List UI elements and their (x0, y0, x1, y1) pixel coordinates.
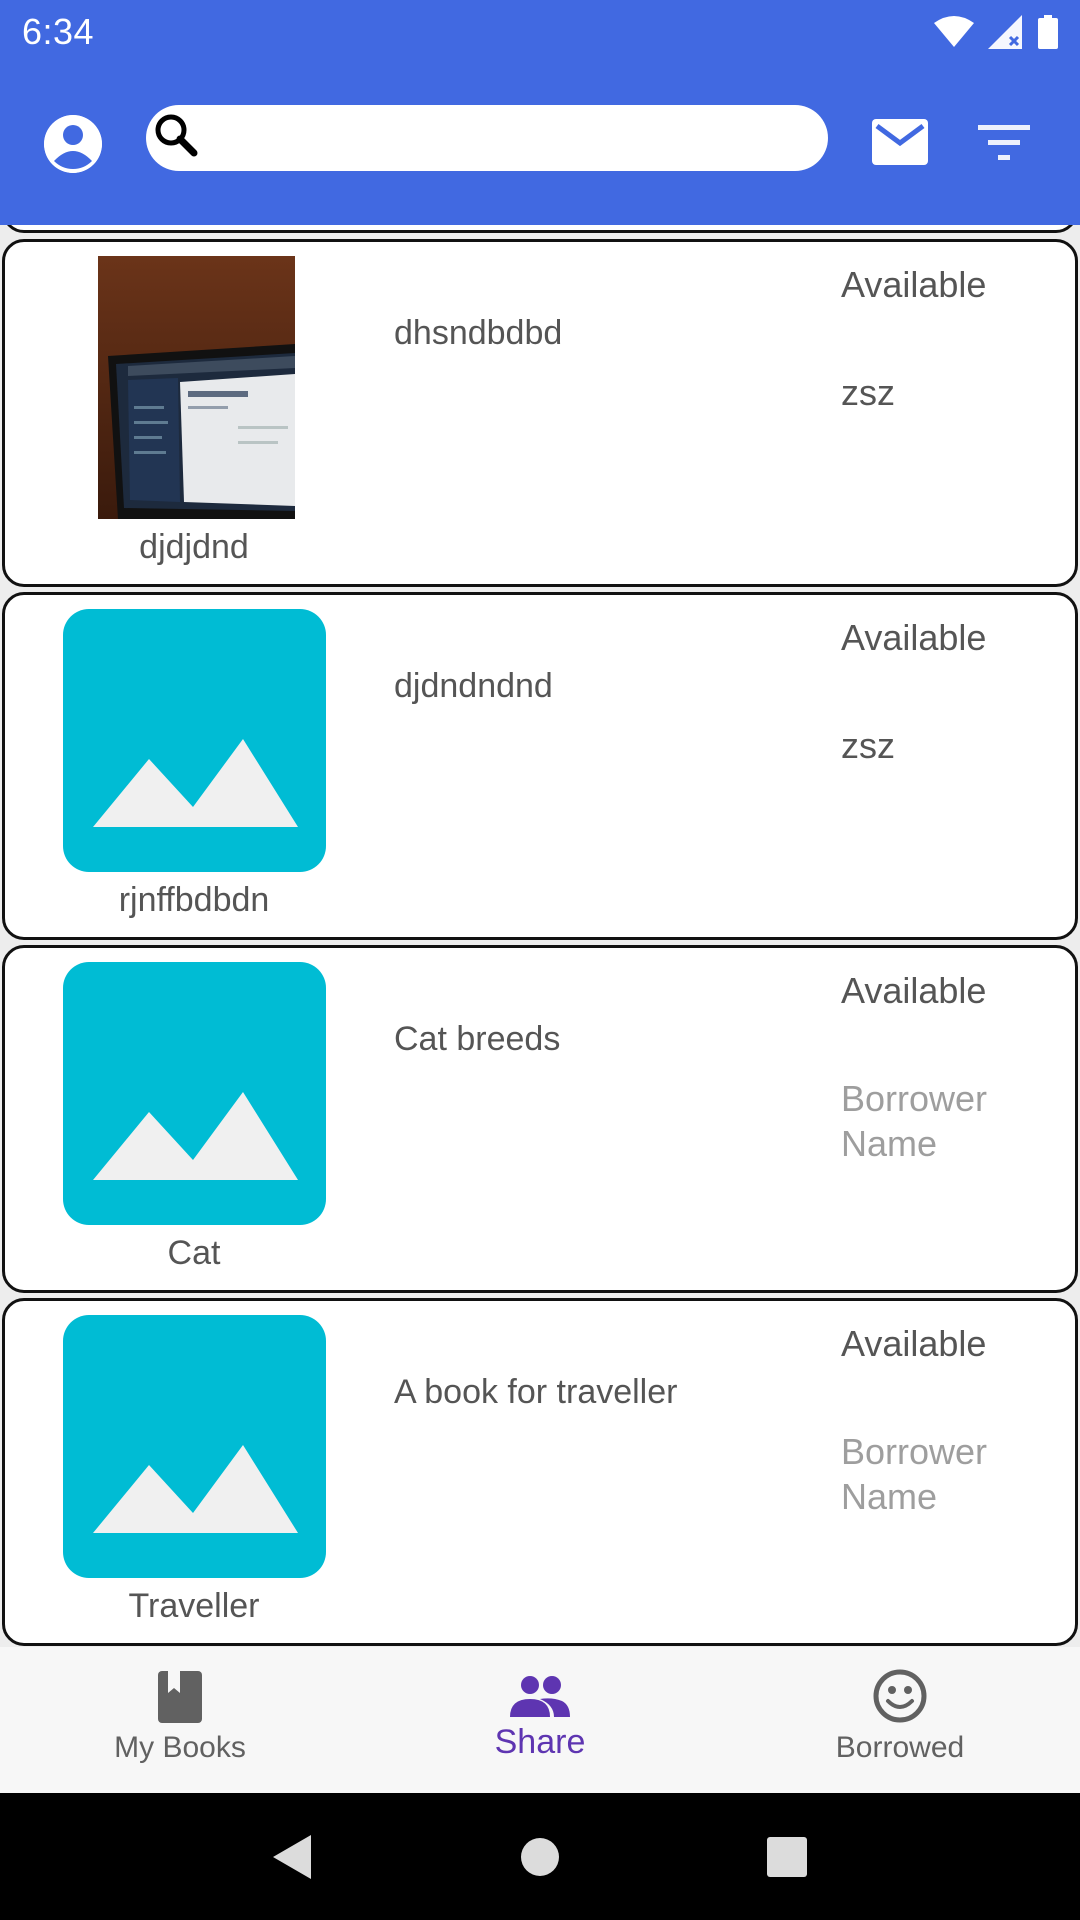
book-image (60, 1315, 328, 1579)
book-status: Available (841, 970, 987, 1011)
home-icon[interactable] (520, 1837, 560, 1877)
book-photo (98, 256, 295, 519)
book-image (60, 609, 328, 873)
search-input[interactable] (146, 105, 828, 171)
book-title: Traveller (128, 1587, 260, 1625)
status-icons (934, 14, 1058, 49)
book-image (60, 256, 328, 520)
messages-button[interactable] (872, 119, 928, 165)
smiley-icon (873, 1669, 927, 1723)
status-time: 6:34 (22, 10, 95, 52)
book-card[interactable]: rjnffbdbdn djdndndnd Available zsz (2, 592, 1078, 940)
book-description: A book for traveller (394, 1373, 678, 1411)
system-navigation-bar (0, 1793, 1080, 1920)
book-borrower: zsz (841, 372, 895, 413)
status-bar: 6:34 (0, 0, 1080, 63)
photo-thumbnail-icon (98, 256, 295, 519)
search-icon (155, 114, 198, 157)
battery-icon (1038, 14, 1058, 49)
book-status: Available (841, 1323, 987, 1364)
nav-share[interactable]: Share (360, 1647, 720, 1793)
mail-icon (872, 119, 928, 165)
bottom-navigation: My Books Share Borrowed (0, 1647, 1080, 1793)
book-borrower: zsz (841, 725, 895, 766)
book-list[interactable]: djdjdnd dhsndbdbd Available zsz rjnffbdb… (0, 225, 1080, 1647)
book-status: Available (841, 264, 987, 305)
nav-label: My Books (114, 1731, 246, 1764)
book-card[interactable]: Traveller A book for traveller Available… (2, 1298, 1078, 1646)
image-placeholder-icon (63, 962, 326, 1225)
back-icon[interactable] (273, 1834, 313, 1879)
book-card[interactable]: Cat Cat breeds Available Borrower Name (2, 945, 1078, 1293)
nav-borrowed[interactable]: Borrowed (720, 1647, 1080, 1793)
book-status: Available (841, 617, 987, 658)
filter-button[interactable] (976, 121, 1032, 165)
book-icon (158, 1671, 202, 1723)
nav-label: Share (494, 1723, 586, 1761)
filter-icon (978, 125, 1030, 160)
book-title: djdjdnd (139, 528, 249, 566)
app-bar (0, 63, 1080, 225)
book-title: rjnffbdbdn (118, 881, 270, 919)
profile-button[interactable] (44, 115, 102, 173)
image-placeholder-icon (63, 609, 326, 872)
book-title: Cat (167, 1234, 221, 1272)
people-icon (510, 1676, 570, 1717)
cell-signal-icon (988, 14, 1022, 49)
recents-icon[interactable] (766, 1836, 807, 1877)
nav-my-books[interactable]: My Books (0, 1647, 360, 1793)
list-item-partial[interactable] (2, 225, 1078, 233)
book-description: dhsndbdbd (394, 314, 563, 352)
book-image (60, 962, 328, 1226)
book-card[interactable]: djdjdnd dhsndbdbd Available zsz (2, 239, 1078, 587)
book-description: djdndndnd (394, 667, 553, 705)
book-description: Cat breeds (394, 1020, 561, 1058)
book-borrower: Borrower Name (841, 1431, 988, 1517)
account-icon (44, 115, 102, 173)
nav-label: Borrowed (835, 1731, 965, 1764)
wifi-icon (934, 15, 974, 47)
book-borrower: Borrower Name (841, 1078, 988, 1164)
image-placeholder-icon (63, 1315, 326, 1578)
